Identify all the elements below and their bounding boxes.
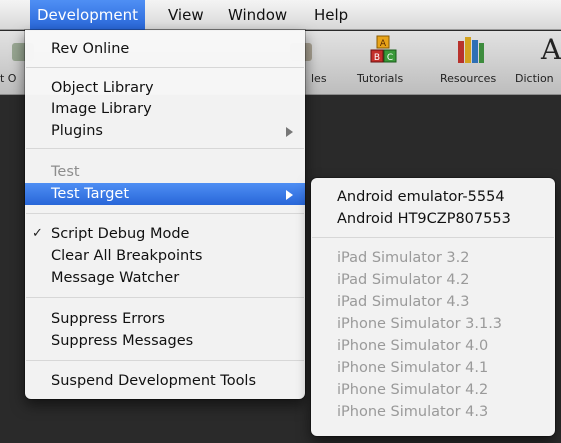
submenu-arrow-icon bbox=[286, 190, 293, 200]
submenu-item-android-device[interactable]: Android HT9CZP807553 bbox=[311, 208, 555, 230]
menu-item-label: Message Watcher bbox=[51, 270, 180, 286]
menu-item-label: Clear All Breakpoints bbox=[51, 248, 203, 264]
menu-item-suppress-errors[interactable]: Suppress Errors bbox=[25, 308, 305, 330]
checkmark-icon: ✓ bbox=[32, 226, 43, 241]
resources-label: Resources bbox=[440, 72, 497, 85]
submenu-item-label: Android HT9CZP807553 bbox=[337, 211, 511, 227]
submenu-item-label: iPhone Simulator 3.1.3 bbox=[337, 316, 503, 332]
tutorials-icon: A B C bbox=[370, 35, 397, 63]
menu-item-label: Suppress Messages bbox=[51, 333, 194, 349]
separator bbox=[26, 148, 304, 149]
submenu-item-ipad-4-3: iPad Simulator 4.3 bbox=[311, 291, 555, 313]
submenu-item-label: iPad Simulator 4.2 bbox=[337, 272, 470, 288]
submenu-item-label: iPhone Simulator 4.1 bbox=[337, 360, 489, 376]
submenu-item-label: iPhone Simulator 4.2 bbox=[337, 382, 489, 398]
submenu-item-iphone-4-3: iPhone Simulator 4.3 bbox=[311, 401, 555, 423]
dictionary-icon: A bbox=[541, 33, 561, 66]
separator bbox=[26, 297, 304, 298]
menu-item-image-library[interactable]: Image Library bbox=[25, 98, 305, 120]
development-menu: Rev Online Object Library Image Library … bbox=[25, 30, 305, 399]
menu-item-label: Script Debug Mode bbox=[51, 226, 190, 242]
separator bbox=[26, 213, 304, 214]
menu-development[interactable]: Development bbox=[30, 0, 145, 30]
submenu-item-label: iPhone Simulator 4.3 bbox=[337, 404, 489, 420]
menu-item-object-library[interactable]: Object Library bbox=[25, 77, 305, 99]
menu-item-label: Test bbox=[51, 164, 80, 180]
separator bbox=[26, 67, 304, 68]
separator bbox=[26, 360, 304, 361]
menu-item-label: Image Library bbox=[51, 101, 152, 117]
menu-item-suspend-development-tools[interactable]: Suspend Development Tools bbox=[25, 370, 305, 392]
menu-item-label: Test Target bbox=[51, 186, 130, 202]
menu-window[interactable]: Window bbox=[221, 0, 294, 30]
submenu-item-iphone-3-1-3: iPhone Simulator 3.1.3 bbox=[311, 313, 555, 335]
separator bbox=[312, 237, 554, 238]
submenu-item-iphone-4-1: iPhone Simulator 4.1 bbox=[311, 357, 555, 379]
toolbar-partial-label-left: t O bbox=[0, 72, 17, 85]
menu-item-label: Rev Online bbox=[51, 41, 130, 57]
svg-text:C: C bbox=[387, 53, 393, 63]
submenu-item-iphone-4-2: iPhone Simulator 4.2 bbox=[311, 379, 555, 401]
menu-item-test: Test bbox=[25, 161, 305, 183]
submenu-item-ipad-4-2: iPad Simulator 4.2 bbox=[311, 269, 555, 291]
dictionary-label: Diction bbox=[515, 72, 554, 85]
menu-item-clear-all-breakpoints[interactable]: Clear All Breakpoints bbox=[25, 245, 305, 267]
menu-item-rev-online[interactable]: Rev Online bbox=[25, 38, 305, 60]
submenu-item-label: iPhone Simulator 4.0 bbox=[337, 338, 489, 354]
submenu-item-ipad-3-2: iPad Simulator 3.2 bbox=[311, 247, 555, 269]
toolbar-partial-label: les bbox=[311, 72, 327, 85]
menubar: Development View Window Help bbox=[0, 0, 561, 30]
menu-item-test-target[interactable]: Test Target bbox=[25, 183, 305, 205]
menu-item-label: Suppress Errors bbox=[51, 311, 165, 327]
menu-item-label: Plugins bbox=[51, 123, 103, 139]
tutorials-label: Tutorials bbox=[357, 72, 404, 85]
menu-view[interactable]: View bbox=[161, 0, 211, 30]
menu-help[interactable]: Help bbox=[307, 0, 355, 30]
menu-item-plugins[interactable]: Plugins bbox=[25, 120, 305, 142]
menu-item-label: Suspend Development Tools bbox=[51, 373, 257, 389]
svg-text:A: A bbox=[380, 39, 387, 49]
menu-item-label: Object Library bbox=[51, 80, 154, 96]
svg-text:B: B bbox=[374, 53, 380, 63]
submenu-item-label: iPad Simulator 3.2 bbox=[337, 250, 470, 266]
test-target-submenu: Android emulator-5554 Android HT9CZP8075… bbox=[311, 178, 555, 436]
menu-item-suppress-messages[interactable]: Suppress Messages bbox=[25, 330, 305, 352]
submenu-item-label: iPad Simulator 4.3 bbox=[337, 294, 470, 310]
menu-item-message-watcher[interactable]: Message Watcher bbox=[25, 267, 305, 289]
resources-icon bbox=[458, 37, 484, 63]
submenu-item-label: Android emulator-5554 bbox=[337, 189, 505, 205]
submenu-item-android-emulator[interactable]: Android emulator-5554 bbox=[311, 186, 555, 208]
menu-item-script-debug-mode[interactable]: ✓ Script Debug Mode bbox=[25, 223, 305, 245]
submenu-item-iphone-4-0: iPhone Simulator 4.0 bbox=[311, 335, 555, 357]
submenu-arrow-icon bbox=[286, 127, 293, 137]
